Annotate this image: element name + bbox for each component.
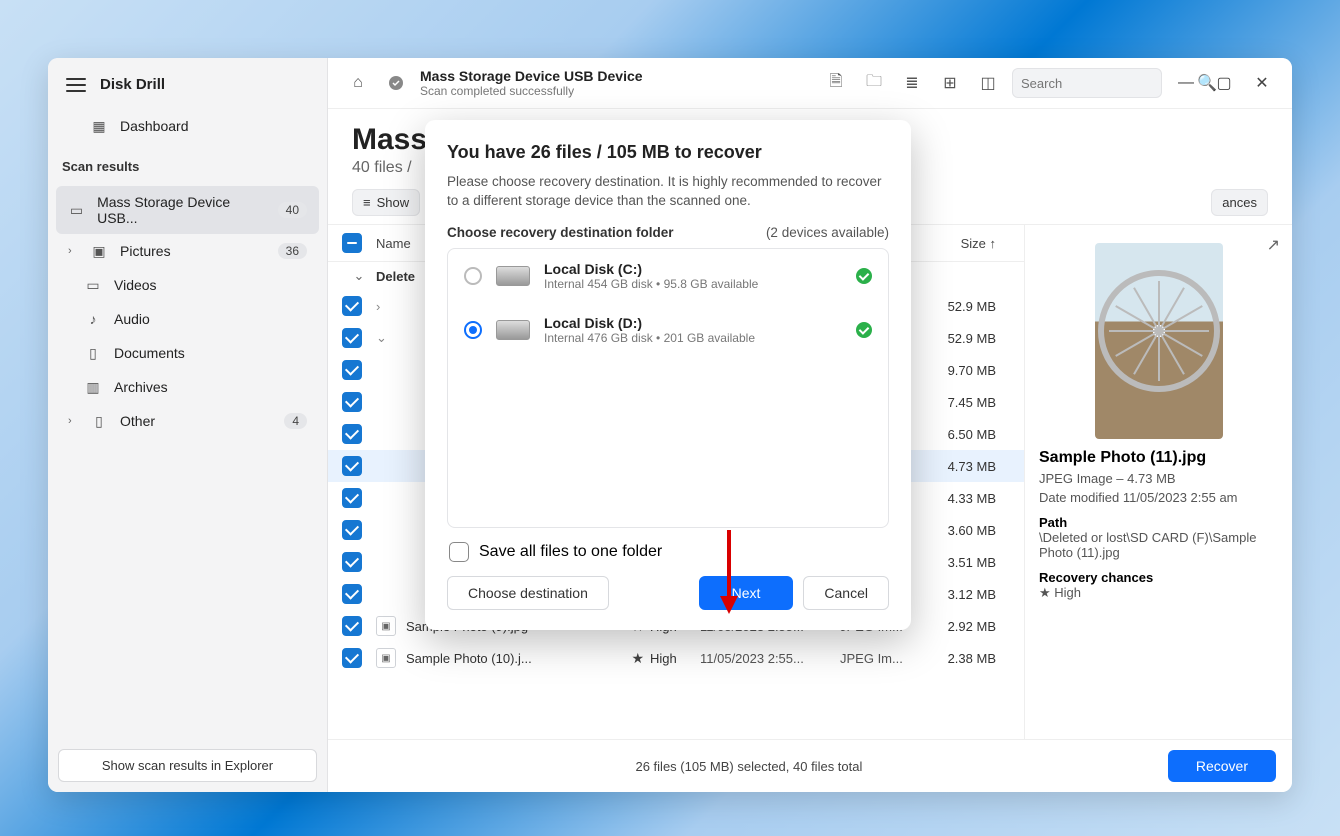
choose-destination-button[interactable]: Choose destination xyxy=(447,576,609,610)
disk-details: Internal 476 GB disk • 201 GB available xyxy=(544,331,755,345)
destination-list: Local Disk (C:) Internal 454 GB disk • 9… xyxy=(447,248,889,528)
next-button[interactable]: Next xyxy=(699,576,794,610)
status-ok-icon xyxy=(856,322,872,338)
disk-icon xyxy=(496,320,530,340)
disk-icon xyxy=(496,266,530,286)
save-one-folder-label: Save all files to one folder xyxy=(479,543,662,561)
recovery-destination-modal: You have 26 files / 105 MB to recover Pl… xyxy=(425,120,911,630)
destination-option[interactable]: Local Disk (D:) Internal 476 GB disk • 2… xyxy=(448,303,888,357)
cancel-button[interactable]: Cancel xyxy=(803,576,889,610)
devices-available: (2 devices available) xyxy=(766,225,889,240)
disk-details: Internal 454 GB disk • 95.8 GB available xyxy=(544,277,758,291)
radio-button[interactable] xyxy=(464,321,482,339)
modal-description: Please choose recovery destination. It i… xyxy=(447,173,889,211)
disk-name: Local Disk (C:) xyxy=(544,261,758,277)
save-one-folder-checkbox[interactable] xyxy=(449,542,469,562)
disk-name: Local Disk (D:) xyxy=(544,315,755,331)
destination-label: Choose recovery destination folder xyxy=(447,225,674,240)
modal-title: You have 26 files / 105 MB to recover xyxy=(447,142,889,163)
status-ok-icon xyxy=(856,268,872,284)
radio-button[interactable] xyxy=(464,267,482,285)
destination-option[interactable]: Local Disk (C:) Internal 454 GB disk • 9… xyxy=(448,249,888,303)
